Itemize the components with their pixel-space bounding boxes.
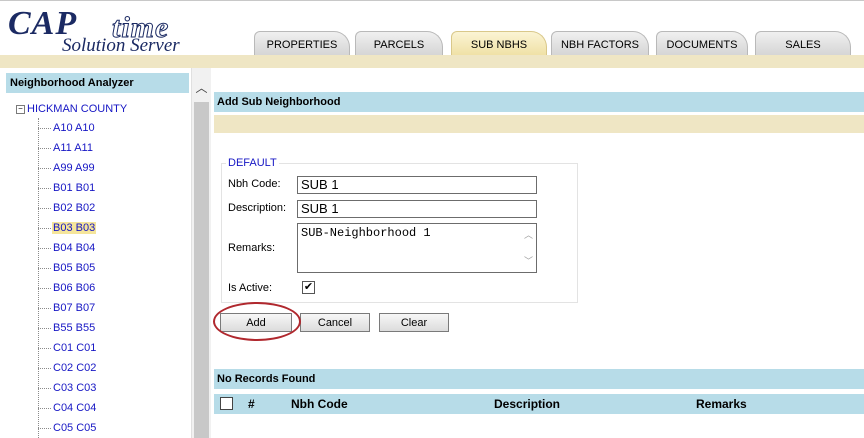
tree-node[interactable]: C01 C01 — [38, 340, 97, 356]
records-table-header: # Nbh Code Description Remarks — [214, 394, 864, 414]
tree-node-label[interactable]: B07 B07 — [52, 302, 96, 314]
tree-node-label[interactable]: B01 B01 — [52, 182, 96, 194]
tree-node[interactable]: A10 A10 — [38, 120, 96, 136]
tree-node-label[interactable]: A11 A11 — [52, 142, 94, 154]
nbh-code-label: Nbh Code: — [228, 178, 281, 190]
panel-title: Neighborhood Analyzer — [6, 73, 189, 93]
tab-nbh-factors[interactable]: NBH FACTORS — [551, 31, 649, 56]
tree-node[interactable]: B02 B02 — [38, 200, 96, 216]
tree-node[interactable]: B05 B05 — [38, 260, 96, 276]
neighborhood-tree-panel: Neighborhood Analyzer − HICKMAN COUNTY A1… — [0, 68, 211, 438]
tree-node-label[interactable]: C05 C05 — [52, 422, 97, 434]
tree-node[interactable]: B55 B55 — [38, 320, 96, 336]
captime-logo: CAP time Solution Server — [6, 5, 246, 56]
tree-node-label[interactable]: A10 A10 — [52, 122, 96, 134]
description-field[interactable]: SUB 1 — [297, 200, 537, 218]
tree-node-label[interactable]: C03 C03 — [52, 382, 97, 394]
column-header-nbh-code[interactable]: Nbh Code — [291, 394, 348, 414]
tree-node[interactable]: B01 B01 — [38, 180, 96, 196]
header-divider-strip — [0, 55, 864, 68]
tree-node-label[interactable]: C02 C02 — [52, 362, 97, 374]
column-header-number[interactable]: # — [248, 394, 255, 414]
tree-root-label[interactable]: HICKMAN COUNTY — [27, 103, 127, 115]
tree-node-label[interactable]: B05 B05 — [52, 262, 96, 274]
logo-subtitle: Solution Server — [62, 35, 180, 56]
tree-node[interactable]: A11 A11 — [38, 140, 94, 156]
tree-node[interactable]: C05 C05 — [38, 420, 97, 436]
remarks-textarea[interactable]: SUB-Neighborhood 1 ︿ ﹀ — [297, 223, 537, 273]
tree-node-label[interactable]: C04 C04 — [52, 402, 97, 414]
description-label: Description: — [228, 202, 287, 214]
tree-node-label[interactable]: B04 B04 — [52, 242, 96, 254]
tree-scrollbar[interactable]: ︿ — [191, 68, 211, 438]
tree-node-label[interactable]: B55 B55 — [52, 322, 96, 334]
tree-root-hickman-county[interactable]: − HICKMAN COUNTY — [16, 102, 127, 116]
tab-documents[interactable]: DOCUMENTS — [656, 31, 748, 56]
scrollbar-thumb[interactable] — [194, 102, 209, 438]
tree-node[interactable]: A99 A99 — [38, 160, 96, 176]
tree-node-label[interactable]: B03 B03 — [52, 222, 97, 234]
tree-node-label[interactable]: C01 C01 — [52, 342, 97, 354]
tree-node[interactable]: B07 B07 — [38, 300, 96, 316]
tab-sales[interactable]: SALES — [755, 31, 851, 56]
tree-node-label[interactable]: B02 B02 — [52, 202, 96, 214]
records-status: No Records Found — [214, 369, 864, 389]
select-all-checkbox[interactable] — [220, 397, 233, 410]
cancel-button[interactable]: Cancel — [300, 313, 370, 332]
collapse-icon[interactable]: − — [16, 104, 25, 114]
fieldset-legend: DEFAULT — [226, 157, 279, 169]
nbh-code-field[interactable]: SUB 1 — [297, 176, 537, 194]
tree-node-selected[interactable]: B03 B03 — [38, 220, 97, 236]
column-header-remarks[interactable]: Remarks — [696, 394, 747, 414]
remarks-text: SUB-Neighborhood 1 — [301, 226, 431, 240]
clear-button[interactable]: Clear — [379, 313, 449, 332]
tree-node-label[interactable]: A99 A99 — [52, 162, 96, 174]
tab-properties[interactable]: PROPERTIES — [254, 31, 350, 56]
section-toolbar-strip — [214, 115, 864, 133]
tree-node[interactable]: B06 B06 — [38, 280, 96, 296]
tree-node-label[interactable]: B06 B06 — [52, 282, 96, 294]
add-button[interactable]: Add — [220, 313, 292, 332]
tab-sub-nbhs[interactable]: SUB NBHS — [451, 31, 547, 56]
column-header-description[interactable]: Description — [494, 394, 560, 414]
is-active-checkbox[interactable]: ✔ — [302, 281, 315, 294]
default-fieldset: DEFAULT Nbh Code: SUB 1 Description: SUB… — [221, 157, 578, 303]
remarks-label: Remarks: — [228, 242, 276, 254]
section-title: Add Sub Neighborhood — [214, 92, 864, 112]
textarea-scroll-up-icon[interactable]: ︿ — [524, 228, 533, 241]
app-header: CAP time Solution Server PROPERTIES PARC… — [0, 0, 864, 56]
scroll-up-arrow-icon[interactable]: ︿ — [192, 80, 211, 96]
textarea-scroll-down-icon[interactable]: ﹀ — [524, 254, 533, 267]
tree-node[interactable]: C02 C02 — [38, 360, 97, 376]
tree-node[interactable]: B04 B04 — [38, 240, 96, 256]
is-active-label: Is Active: — [228, 282, 273, 294]
tree-node[interactable]: C03 C03 — [38, 380, 97, 396]
tree-node[interactable]: C04 C04 — [38, 400, 97, 416]
tab-parcels[interactable]: PARCELS — [355, 31, 443, 56]
